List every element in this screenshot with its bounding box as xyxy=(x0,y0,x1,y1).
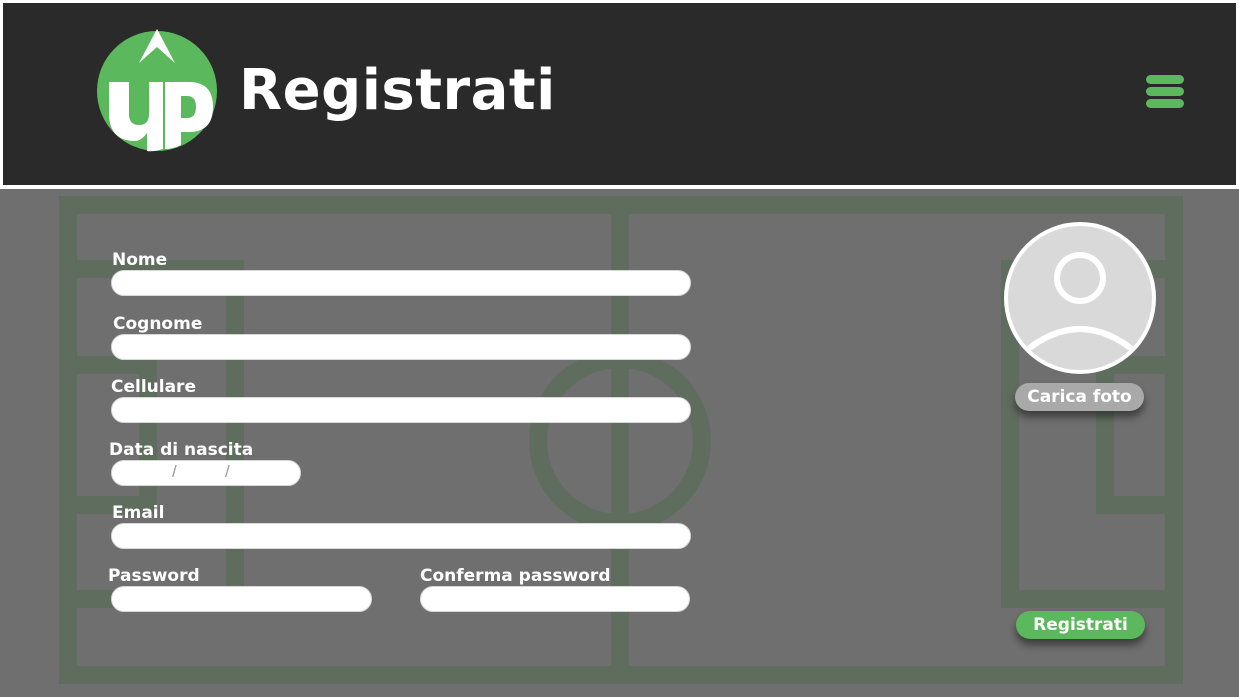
user-avatar-icon xyxy=(1020,252,1140,357)
app-header: Registrati xyxy=(3,3,1236,185)
menu-bar-middle xyxy=(1146,87,1184,96)
conferma-password-input[interactable] xyxy=(420,586,690,612)
date-separator-2: / xyxy=(225,462,230,481)
email-label: Email xyxy=(112,503,165,523)
cellulare-input[interactable] xyxy=(111,397,691,423)
hamburger-menu-icon[interactable] xyxy=(1146,75,1186,113)
avatar xyxy=(1004,222,1156,374)
nome-input[interactable] xyxy=(111,270,691,296)
register-button[interactable]: Registrati xyxy=(1016,611,1145,639)
menu-bar-bottom xyxy=(1146,99,1184,108)
data-nascita-label: Data di nascita xyxy=(109,440,254,460)
date-separator-1: / xyxy=(172,462,177,481)
email-input[interactable] xyxy=(111,523,691,549)
cognome-input[interactable] xyxy=(111,334,691,360)
cellulare-label: Cellulare xyxy=(111,377,196,397)
up-arrow-logo-icon[interactable] xyxy=(95,29,219,153)
upload-photo-button[interactable]: Carica foto xyxy=(1015,383,1144,411)
password-input[interactable] xyxy=(111,586,372,612)
page-title: Registrati xyxy=(239,58,556,123)
menu-bar-top xyxy=(1146,75,1184,84)
cognome-label: Cognome xyxy=(113,314,203,334)
password-label: Password xyxy=(108,566,200,586)
date-input-box[interactable] xyxy=(111,460,301,486)
registration-panel: Nome Cognome Cellulare Data di nascita /… xyxy=(0,189,1239,697)
conferma-password-label: Conferma password xyxy=(420,566,611,586)
nome-label: Nome xyxy=(112,250,168,270)
data-nascita-input[interactable]: / / xyxy=(111,460,301,486)
